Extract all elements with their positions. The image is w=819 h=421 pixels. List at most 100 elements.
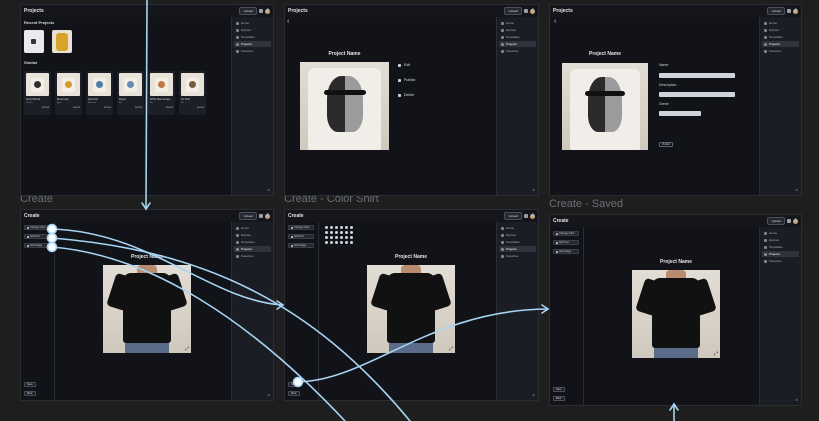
add-text-button[interactable]: Add Text bbox=[288, 234, 314, 239]
sidebar-item-favorites[interactable]: Favorites bbox=[762, 258, 799, 264]
sidebar-item-projects[interactable]: Projects bbox=[499, 246, 536, 252]
sidebar-item-projects[interactable]: Projects bbox=[499, 41, 536, 47]
sidebar-item-favorites[interactable]: Favorites bbox=[762, 48, 799, 54]
settings-icon[interactable]: ⚙ bbox=[267, 393, 270, 397]
color-swatch[interactable] bbox=[345, 236, 348, 239]
upload-button[interactable]: Upload bbox=[504, 7, 522, 15]
name-field[interactable] bbox=[659, 73, 735, 78]
genre-select[interactable] bbox=[659, 111, 701, 116]
color-swatch[interactable] bbox=[350, 226, 353, 229]
sidebar-item-projects[interactable]: Projects bbox=[762, 251, 799, 257]
sidebar-item-projects[interactable]: Projects bbox=[762, 41, 799, 47]
sidebar-item-home[interactable]: Home bbox=[762, 20, 799, 26]
color-swatch[interactable] bbox=[325, 241, 328, 244]
sidebar-item-explore[interactable]: Explore bbox=[762, 237, 799, 243]
sidebar-item-home[interactable]: Home bbox=[499, 225, 536, 231]
add-image-button[interactable]: Add Image bbox=[288, 243, 314, 248]
publish-button[interactable]: Publish bbox=[659, 142, 674, 147]
save-button[interactable]: Save bbox=[24, 382, 36, 387]
color-swatch[interactable] bbox=[325, 236, 328, 239]
similar-card[interactable]: Bored Ape Ape $24.99 bbox=[55, 71, 82, 115]
sidebar-item-templates[interactable]: Templates bbox=[234, 239, 271, 245]
publish-button[interactable]: Publish bbox=[398, 78, 415, 82]
back-button[interactable]: Back bbox=[553, 396, 565, 401]
similar-card[interactable]: Spiral Art Abstract $24.99 bbox=[86, 71, 113, 115]
color-swatch[interactable] bbox=[345, 241, 348, 244]
bell-icon[interactable] bbox=[524, 9, 528, 13]
settings-icon[interactable]: ⚙ bbox=[532, 393, 535, 397]
color-swatch[interactable] bbox=[340, 236, 343, 239]
similar-card[interactable]: Andy Warhol Classic $24.99 bbox=[24, 71, 51, 115]
back-button[interactable]: Back bbox=[288, 391, 300, 396]
expand-icon[interactable]: ⤢ bbox=[185, 346, 189, 352]
color-swatch[interactable] bbox=[340, 241, 343, 244]
add-image-button[interactable]: Add Image bbox=[553, 249, 579, 254]
upload-button[interactable]: Upload bbox=[239, 7, 257, 15]
expand-icon[interactable]: ⤢ bbox=[714, 351, 718, 357]
recent-project-thumb-2[interactable] bbox=[52, 30, 72, 53]
upload-button[interactable]: Upload bbox=[239, 212, 257, 220]
recent-project-thumb-1[interactable] bbox=[24, 30, 44, 53]
color-swatch[interactable] bbox=[335, 236, 338, 239]
sidebar-item-templates[interactable]: Templates bbox=[762, 244, 799, 250]
description-field[interactable] bbox=[659, 92, 735, 97]
save-button[interactable]: Save bbox=[553, 387, 565, 392]
bell-icon[interactable] bbox=[259, 9, 263, 13]
sidebar-item-home[interactable]: Home bbox=[234, 225, 271, 231]
color-swatch[interactable] bbox=[340, 231, 343, 234]
delete-button[interactable]: Delete bbox=[398, 93, 414, 97]
sidebar-item-explore[interactable]: Explore bbox=[499, 232, 536, 238]
sidebar-item-explore[interactable]: Explore bbox=[762, 27, 799, 33]
back-arrow-icon[interactable]: ‹ bbox=[554, 18, 556, 25]
sidebar-item-templates[interactable]: Templates bbox=[499, 34, 536, 40]
back-button[interactable]: Back bbox=[24, 391, 36, 396]
color-swatch[interactable] bbox=[340, 226, 343, 229]
settings-icon[interactable]: ⚙ bbox=[795, 398, 798, 402]
change-color-button[interactable]: Change Color bbox=[288, 225, 314, 230]
settings-icon[interactable]: ⚙ bbox=[532, 188, 535, 192]
sidebar-item-templates[interactable]: Templates bbox=[234, 34, 271, 40]
color-swatch[interactable] bbox=[350, 231, 353, 234]
save-button[interactable]: Save bbox=[288, 382, 300, 387]
similar-card[interactable]: Art Shirt Art $24.99 bbox=[179, 71, 206, 115]
sidebar-item-projects[interactable]: Projects bbox=[234, 246, 271, 252]
back-arrow-icon[interactable]: ‹ bbox=[287, 18, 289, 25]
color-swatch[interactable] bbox=[325, 231, 328, 234]
upload-button[interactable]: Upload bbox=[504, 212, 522, 220]
change-color-button[interactable]: Change Color bbox=[553, 231, 579, 236]
sidebar-item-templates[interactable]: Templates bbox=[499, 239, 536, 245]
color-swatch[interactable] bbox=[335, 241, 338, 244]
bell-icon[interactable] bbox=[787, 219, 791, 223]
settings-icon[interactable]: ⚙ bbox=[795, 188, 798, 192]
sidebar-item-explore[interactable]: Explore bbox=[234, 232, 271, 238]
upload-button[interactable]: Upload bbox=[767, 7, 785, 15]
similar-card[interactable]: White Man Design Art $24.99 bbox=[148, 71, 175, 115]
expand-icon[interactable]: ⤢ bbox=[449, 346, 453, 352]
sidebar-item-home[interactable]: Home bbox=[234, 20, 271, 26]
sidebar-item-home[interactable]: Home bbox=[499, 20, 536, 26]
sidebar-item-templates[interactable]: Templates bbox=[762, 34, 799, 40]
bell-icon[interactable] bbox=[787, 9, 791, 13]
sidebar-item-projects[interactable]: Projects bbox=[234, 41, 271, 47]
color-swatch[interactable] bbox=[335, 226, 338, 229]
color-swatch[interactable] bbox=[350, 241, 353, 244]
settings-icon[interactable]: ⚙ bbox=[267, 188, 270, 192]
similar-card[interactable]: Figure Art $24.99 bbox=[117, 71, 144, 115]
color-swatch[interactable] bbox=[350, 236, 353, 239]
color-swatch[interactable] bbox=[345, 226, 348, 229]
add-text-button[interactable]: Add Text bbox=[553, 240, 579, 245]
color-swatch[interactable] bbox=[330, 241, 333, 244]
color-swatch[interactable] bbox=[345, 231, 348, 234]
sidebar-item-favorites[interactable]: Favorites bbox=[234, 253, 271, 259]
sidebar-item-favorites[interactable]: Favorites bbox=[499, 253, 536, 259]
color-swatch[interactable] bbox=[330, 226, 333, 229]
color-swatch[interactable] bbox=[330, 236, 333, 239]
add-text-button[interactable]: Add Text bbox=[24, 234, 50, 239]
bell-icon[interactable] bbox=[259, 214, 263, 218]
color-swatch[interactable] bbox=[335, 231, 338, 234]
color-swatch[interactable] bbox=[330, 231, 333, 234]
sidebar-item-favorites[interactable]: Favorites bbox=[499, 48, 536, 54]
sidebar-item-home[interactable]: Home bbox=[762, 230, 799, 236]
edit-button[interactable]: Edit bbox=[398, 63, 410, 67]
color-swatch[interactable] bbox=[325, 226, 328, 229]
